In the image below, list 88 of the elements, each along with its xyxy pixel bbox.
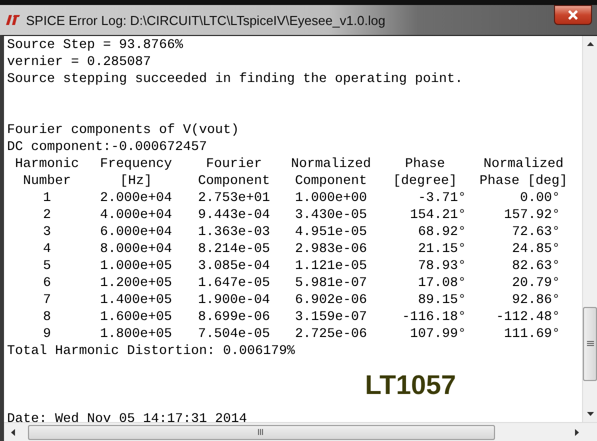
- log-line: Total Harmonic Distortion: 0.006179%: [7, 343, 295, 360]
- table-cell-text: -3.71°: [417, 190, 467, 207]
- table-cell-text: 8.214e-05: [197, 241, 271, 258]
- table-cell-text: 1.900e-04: [197, 292, 271, 309]
- table-cell-text: 3.159e-07: [294, 309, 368, 326]
- column-header: Normalized: [482, 156, 564, 173]
- scroll-up-icon[interactable]: [586, 40, 594, 49]
- table-cell-text: 9.443e-04: [197, 207, 271, 224]
- scroll-down-icon[interactable]: [586, 409, 594, 418]
- table-cell-text: 24.85°: [511, 241, 561, 258]
- column-header: Component: [294, 173, 368, 190]
- table-cell-text: 4.951e-05: [294, 224, 368, 241]
- table-cell-text: 2.725e-06: [294, 326, 368, 343]
- column-header: Phase [deg]: [478, 173, 568, 190]
- table-cell-text: 7.504e-05: [197, 326, 271, 343]
- log-line: Date: Wed Nov 05 14:17:31 2014: [7, 411, 247, 422]
- table-cell-text: 89.15°: [417, 292, 467, 309]
- scroll-left-icon[interactable]: [9, 428, 18, 436]
- table-cell-text: -112.48°: [495, 309, 561, 326]
- table-cell-text: 3: [42, 224, 52, 241]
- table-cell-text: 4: [42, 241, 52, 258]
- log-line: vernier = 0.285087: [7, 54, 151, 71]
- log-line: Source stepping succeeded in finding the operating point.: [7, 71, 463, 88]
- table-cell-text: 2.983e-06: [294, 241, 368, 258]
- table-cell-text: 107.99°: [409, 326, 467, 343]
- table-cell-text: 154.21°: [409, 207, 467, 224]
- table-cell-text: 3.430e-05: [294, 207, 368, 224]
- column-header: Frequency: [99, 156, 173, 173]
- table-cell-text: 4.000e+04: [99, 207, 173, 224]
- table-cell-text: 8: [42, 309, 52, 326]
- table-cell-text: 8.000e+04: [99, 241, 173, 258]
- window-title: SPICE Error Log: D:\CIRCUIT\LTC\LTspiceIV\Eyesee_v1.0.log: [26, 12, 386, 28]
- table-cell-text: 6.000e+04: [99, 224, 173, 241]
- table-cell-text: 1.121e-05: [294, 258, 368, 275]
- close-button[interactable]: [554, 5, 592, 25]
- table-cell-text: 1: [42, 190, 52, 207]
- app-logo-icon: [6, 14, 20, 26]
- column-header: Phase: [404, 156, 446, 173]
- column-header: Component: [197, 173, 271, 190]
- log-line: DC component:-0.000672457: [7, 139, 207, 156]
- column-header: Fourier: [205, 156, 263, 173]
- part-number-label: LT1057: [365, 370, 456, 401]
- table-cell-text: 3.085e-04: [197, 258, 271, 275]
- grip-icon: [586, 341, 594, 347]
- column-header: [degree]: [392, 173, 458, 190]
- table-cell-text: 1.200e+05: [99, 275, 173, 292]
- table-cell-text: 92.86°: [511, 292, 561, 309]
- table-cell-text: 1.600e+05: [99, 309, 173, 326]
- table-cell-text: 20.79°: [511, 275, 561, 292]
- log-line: Source Step = 93.8766%: [7, 37, 183, 54]
- table-cell-text: 2.000e+04: [99, 190, 173, 207]
- table-cell-text: 1.800e+05: [99, 326, 173, 343]
- table-cell-text: 2: [42, 207, 52, 224]
- table-cell-text: 111.69°: [503, 326, 561, 343]
- table-cell-text: 5.981e-07: [294, 275, 368, 292]
- scroll-thumb[interactable]: [583, 307, 597, 381]
- table-cell-text: 1.000e+05: [99, 258, 173, 275]
- vertical-scrollbar[interactable]: [582, 36, 597, 422]
- table-cell-text: 0.00°: [519, 190, 561, 207]
- table-cell-text: 82.63°: [511, 258, 561, 275]
- close-icon: [567, 10, 579, 20]
- table-cell-text: 7: [42, 292, 52, 309]
- table-cell-text: 5: [42, 258, 52, 275]
- table-cell-text: 78.93°: [417, 258, 467, 275]
- table-cell-text: 1.000e+00: [294, 190, 368, 207]
- scroll-right-icon[interactable]: [572, 428, 581, 436]
- table-cell-text: 72.63°: [511, 224, 561, 241]
- column-header: [Hz]: [119, 173, 153, 190]
- table-cell-text: 2.753e+01: [197, 190, 271, 207]
- log-line: Fourier components of V(vout): [7, 122, 239, 139]
- table-cell-text: 6: [42, 275, 52, 292]
- table-cell-text: 1.400e+05: [99, 292, 173, 309]
- grip-icon: [258, 429, 265, 435]
- horizontal-scrollbar[interactable]: [4, 422, 597, 441]
- table-cell-text: 8.699e-06: [197, 309, 271, 326]
- table-cell-text: 157.92°: [503, 207, 561, 224]
- table-cell-text: 68.92°: [417, 224, 467, 241]
- scroll-thumb[interactable]: [28, 424, 495, 440]
- table-cell-text: 6.902e-06: [294, 292, 368, 309]
- column-header: Harmonic: [14, 156, 80, 173]
- table-cell-text: 17.08°: [417, 275, 467, 292]
- column-header: Number: [22, 173, 72, 190]
- table-cell-text: -116.18°: [401, 309, 467, 326]
- table-cell-text: 1.647e-05: [197, 275, 271, 292]
- table-cell-text: 9: [42, 326, 52, 343]
- column-header: Normalized: [290, 156, 372, 173]
- table-cell-text: 21.15°: [417, 241, 467, 258]
- table-cell-text: 1.363e-03: [197, 224, 271, 241]
